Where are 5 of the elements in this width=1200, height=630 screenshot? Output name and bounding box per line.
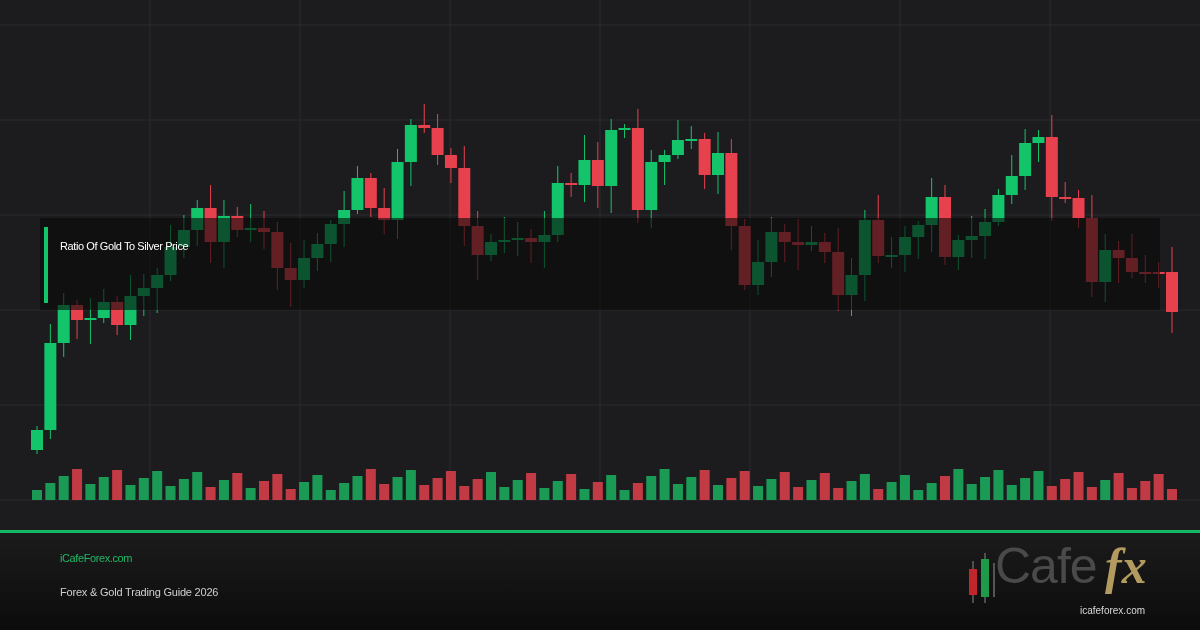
caption: Forex & Gold Trading Guide 2026: [60, 585, 219, 600]
logo-url: icafeforex.com: [1080, 604, 1146, 618]
chart-title: Ratio Of Gold To Silver Price: [60, 239, 189, 254]
candlestick-icon: [967, 553, 997, 605]
site-link[interactable]: iCafeForex.com: [60, 550, 133, 567]
